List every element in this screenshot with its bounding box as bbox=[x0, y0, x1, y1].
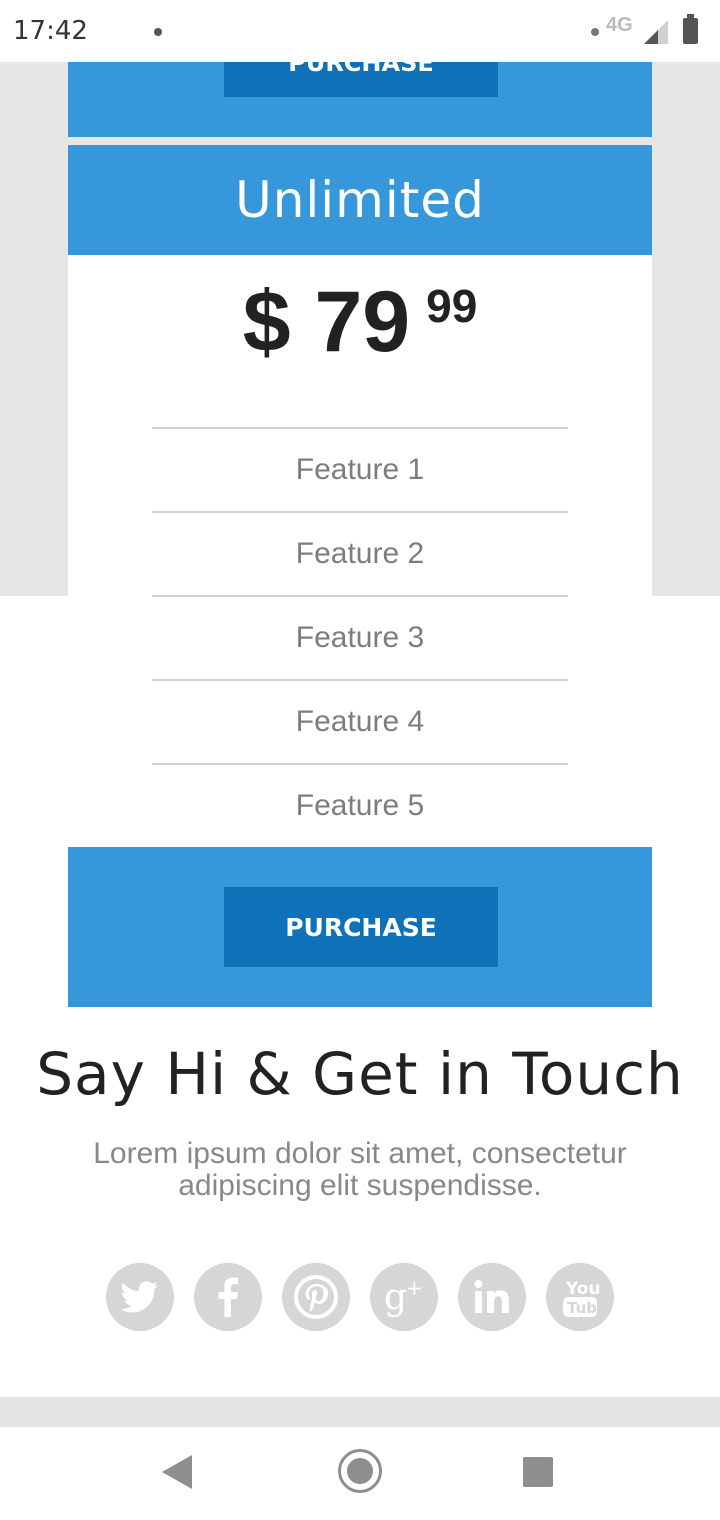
linkedin-link[interactable] bbox=[458, 1263, 526, 1331]
card-header: Unlimited bbox=[68, 145, 652, 255]
status-time: 17:42 bbox=[13, 16, 88, 46]
recents-icon[interactable] bbox=[523, 1457, 553, 1487]
plan-name: Unlimited bbox=[235, 171, 485, 229]
feature-item: Feature 1 bbox=[152, 427, 568, 511]
facebook-icon bbox=[218, 1277, 238, 1317]
price-amount: $ 79 bbox=[242, 274, 411, 370]
youtube-link[interactable]: You Tube bbox=[546, 1263, 614, 1331]
signal-icon bbox=[644, 20, 668, 44]
social-links: g + You Tube bbox=[106, 1263, 616, 1331]
youtube-icon: You Tube bbox=[563, 1279, 601, 1317]
feature-item: Feature 2 bbox=[152, 511, 568, 595]
home-icon[interactable] bbox=[338, 1449, 382, 1493]
previous-card-footer: PURCHASE bbox=[68, 62, 652, 137]
card-footer: PURCHASE bbox=[68, 847, 652, 1007]
pricing-card: Unlimited $ 79 99 Feature 1 Feature 2 Fea… bbox=[68, 145, 652, 1007]
notification-dot-icon bbox=[154, 28, 162, 36]
svg-text:You: You bbox=[565, 1279, 601, 1299]
linkedin-icon bbox=[474, 1280, 509, 1313]
purchase-button[interactable]: PURCHASE bbox=[224, 887, 498, 967]
navigation-bar bbox=[0, 1427, 720, 1520]
feature-item: Feature 3 bbox=[152, 595, 568, 679]
contact-text: Lorem ipsum dolor sit amet, consectetur … bbox=[93, 1137, 627, 1202]
twitter-icon bbox=[121, 1281, 158, 1313]
status-bar: 17:42 4G bbox=[0, 0, 720, 62]
pinterest-link[interactable] bbox=[282, 1263, 350, 1331]
pinterest-icon bbox=[294, 1275, 338, 1319]
twitter-link[interactable] bbox=[106, 1263, 174, 1331]
previous-purchase-label: PURCHASE bbox=[288, 62, 434, 77]
previous-purchase-button[interactable]: PURCHASE bbox=[224, 62, 498, 97]
page-footer-strip bbox=[0, 1397, 720, 1427]
network-type: 4G bbox=[606, 14, 633, 36]
feature-item: Feature 4 bbox=[152, 679, 568, 763]
svg-text:g: g bbox=[384, 1277, 407, 1317]
svg-text:Tube: Tube bbox=[567, 1299, 601, 1317]
google-plus-link[interactable]: g + bbox=[370, 1263, 438, 1331]
contact-title: Say Hi & Get in Touch bbox=[36, 1040, 684, 1108]
price-cents: 99 bbox=[426, 280, 478, 332]
battery-icon bbox=[683, 14, 698, 44]
status-dot-icon bbox=[591, 28, 599, 36]
feature-item: Feature 5 bbox=[152, 763, 568, 847]
price: $ 79 99 bbox=[68, 273, 652, 372]
feature-list: Feature 1 Feature 2 Feature 3 Feature 4 … bbox=[152, 427, 568, 847]
back-icon[interactable] bbox=[162, 1455, 194, 1489]
svg-text:+: + bbox=[406, 1277, 423, 1300]
facebook-link[interactable] bbox=[194, 1263, 262, 1331]
google-plus-icon: g + bbox=[384, 1277, 423, 1317]
